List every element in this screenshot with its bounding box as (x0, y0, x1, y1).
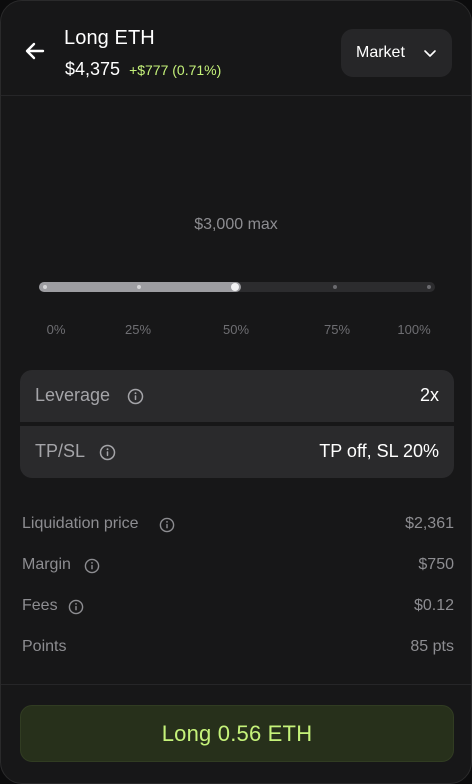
info-icon[interactable] (127, 388, 144, 405)
detail-label: Points (22, 638, 67, 655)
slider-stop-100 (427, 285, 431, 289)
leverage-row[interactable]: Leverage 2x (20, 370, 454, 422)
detail-label: Fees (22, 597, 58, 614)
detail-label: Margin (22, 556, 71, 573)
page-title: Long ETH (64, 27, 155, 49)
detail-liquidation-price: Liquidation price $2,361 (21, 515, 454, 535)
slider-thumb[interactable] (231, 283, 239, 291)
leverage-label: Leverage (35, 385, 111, 405)
tick-100[interactable]: 100% (397, 322, 430, 337)
long-submit-button[interactable]: Long 0.56 ETH (20, 705, 454, 762)
tpsl-value: TP off, SL 20% (319, 441, 439, 461)
divider (1, 684, 471, 685)
position-settings: Leverage 2x TP/SL TP off, SL 20% (20, 370, 454, 478)
detail-value: 85 pts (410, 638, 454, 655)
chevron-down-icon (424, 50, 436, 57)
order-type-dropdown[interactable]: Market (341, 29, 452, 77)
tick-50[interactable]: 50% (223, 322, 249, 337)
price-row: $4,375 +$777 (0.71%) (65, 59, 221, 80)
detail-fees: Fees $0.12 (21, 597, 454, 617)
tick-0[interactable]: 0% (47, 322, 66, 337)
current-price: $4,375 (65, 59, 121, 79)
order-type-label: Market (356, 44, 405, 61)
tick-25[interactable]: 25% (125, 322, 151, 337)
detail-value: $750 (418, 556, 454, 573)
detail-value: $2,361 (405, 515, 454, 532)
info-icon[interactable] (159, 517, 175, 533)
tpsl-row[interactable]: TP/SL TP off, SL 20% (20, 426, 454, 478)
slider-stop-75 (333, 285, 337, 289)
detail-label: Liquidation price (22, 515, 139, 532)
detail-points: Points 85 pts (21, 638, 454, 658)
submit-button-label: Long 0.56 ETH (161, 720, 313, 746)
price-change: +$777 (0.71%) (129, 62, 222, 78)
detail-margin: Margin $750 (21, 556, 454, 576)
info-icon[interactable] (68, 599, 84, 615)
max-amount-label: $3,000 max (194, 216, 278, 233)
header: Long ETH $4,375 +$777 (0.71%) Market (1, 1, 471, 96)
trade-screen: Long ETH $4,375 +$777 (0.71%) Market $3,… (0, 0, 472, 784)
back-button[interactable] (21, 37, 49, 65)
slider-stop-25 (137, 285, 141, 289)
info-icon[interactable] (99, 444, 116, 461)
slider-stop-0 (43, 285, 47, 289)
detail-value: $0.12 (413, 597, 454, 614)
amount-slider[interactable] (39, 282, 435, 292)
leverage-value: 2x (419, 385, 439, 405)
arrow-left-icon (25, 42, 45, 60)
info-icon[interactable] (84, 558, 100, 574)
tpsl-label: TP/SL (35, 441, 86, 461)
tick-75[interactable]: 75% (324, 322, 350, 337)
